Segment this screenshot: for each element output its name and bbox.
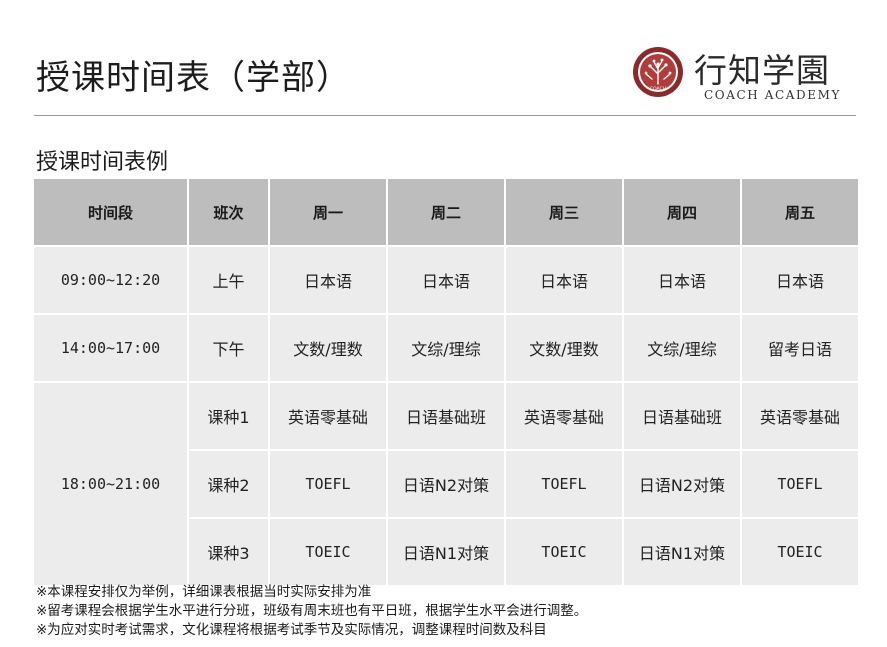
course-cell: 英语零基础: [741, 382, 860, 451]
footnotes: ※本课程安排仅为举例，详细课表根据当时实际安排为准 ※留考课程会根据学生水平进行…: [36, 583, 587, 640]
course-cell: 留考日语: [741, 314, 860, 383]
logo-name: 行知学園: [694, 51, 830, 90]
shift-cell: 上午: [188, 246, 270, 315]
seal-text: COACH: [650, 86, 666, 92]
course-cell: 文数/理数: [269, 314, 388, 383]
course-cell: TOEFL: [741, 450, 860, 519]
table-row: 14:00~17:00 下午 文数/理数 文综/理综 文数/理数 文综/理综 留…: [34, 314, 860, 383]
table-header-row: 时间段 班次 周一 周二 周三 周四 周五: [34, 179, 860, 247]
header-tuesday: 周二: [387, 179, 506, 247]
course-cell: 日本语: [505, 246, 624, 315]
time-slot-cell: 09:00~12:20: [34, 246, 189, 315]
course-cell: 日语N1对策: [623, 518, 742, 587]
footnote: ※本课程安排仅为举例，详细课表根据当时实际安排为准: [36, 584, 372, 600]
course-cell: 文综/理综: [623, 314, 742, 383]
course-cell: 日本语: [623, 246, 742, 315]
course-cell: 文数/理数: [505, 314, 624, 383]
logo-subtitle: COACH ACADEMY: [704, 88, 842, 102]
table-row: 09:00~12:20 上午 日本语 日本语 日本语 日本语 日本语: [34, 246, 860, 315]
section-title: 授课时间表例: [36, 150, 169, 175]
course-cell: 日本语: [741, 246, 860, 315]
logo: COACH 行知学園 COACH ACADEMY: [632, 44, 852, 104]
footnote: ※为应对实时考试需求，文化课程将根据考试季节及实际情况，调整课程时间数及科目: [36, 622, 547, 638]
shift-cell: 课种3: [188, 518, 270, 587]
course-cell: 日本语: [387, 246, 506, 315]
shift-cell: 下午: [188, 314, 270, 383]
course-cell: 日本语: [269, 246, 388, 315]
course-cell: 日语N2对策: [387, 450, 506, 519]
course-cell: TOEIC: [505, 518, 624, 587]
course-cell: 英语零基础: [505, 382, 624, 451]
header-friday: 周五: [741, 179, 860, 247]
course-cell: 日语N1对策: [387, 518, 506, 587]
course-cell: 日语N2对策: [623, 450, 742, 519]
page-title: 授课时间表（学部）: [36, 58, 351, 98]
title-divider: [34, 115, 856, 116]
shift-cell: 课种1: [188, 382, 270, 451]
course-cell: TOEFL: [505, 450, 624, 519]
course-cell: 日语基础班: [623, 382, 742, 451]
time-slot-cell: 14:00~17:00: [34, 314, 189, 383]
schedule-table: 时间段 班次 周一 周二 周三 周四 周五 09:00~12:20 上午 日本语…: [34, 179, 860, 587]
course-cell: TOEFL: [269, 450, 388, 519]
course-cell: TOEIC: [741, 518, 860, 587]
footnote: ※留考课程会根据学生水平进行分班，班级有周末班也有平日班，根据学生水平会进行调整…: [36, 603, 588, 619]
time-slot-cell: 18:00~21:00: [34, 382, 189, 587]
shift-cell: 课种2: [188, 450, 270, 519]
course-cell: 文综/理综: [387, 314, 506, 383]
table-row: 18:00~21:00 课种1 英语零基础 日语基础班 英语零基础 日语基础班 …: [34, 382, 860, 587]
header-thursday: 周四: [623, 179, 742, 247]
header-shift: 班次: [188, 179, 270, 247]
seal-logo-icon: COACH: [633, 47, 683, 97]
header-time-slot: 时间段: [34, 179, 189, 247]
header-monday: 周一: [269, 179, 388, 247]
course-cell: 日语基础班: [387, 382, 506, 451]
course-cell: TOEIC: [269, 518, 388, 587]
header-wednesday: 周三: [505, 179, 624, 247]
course-cell: 英语零基础: [269, 382, 388, 451]
